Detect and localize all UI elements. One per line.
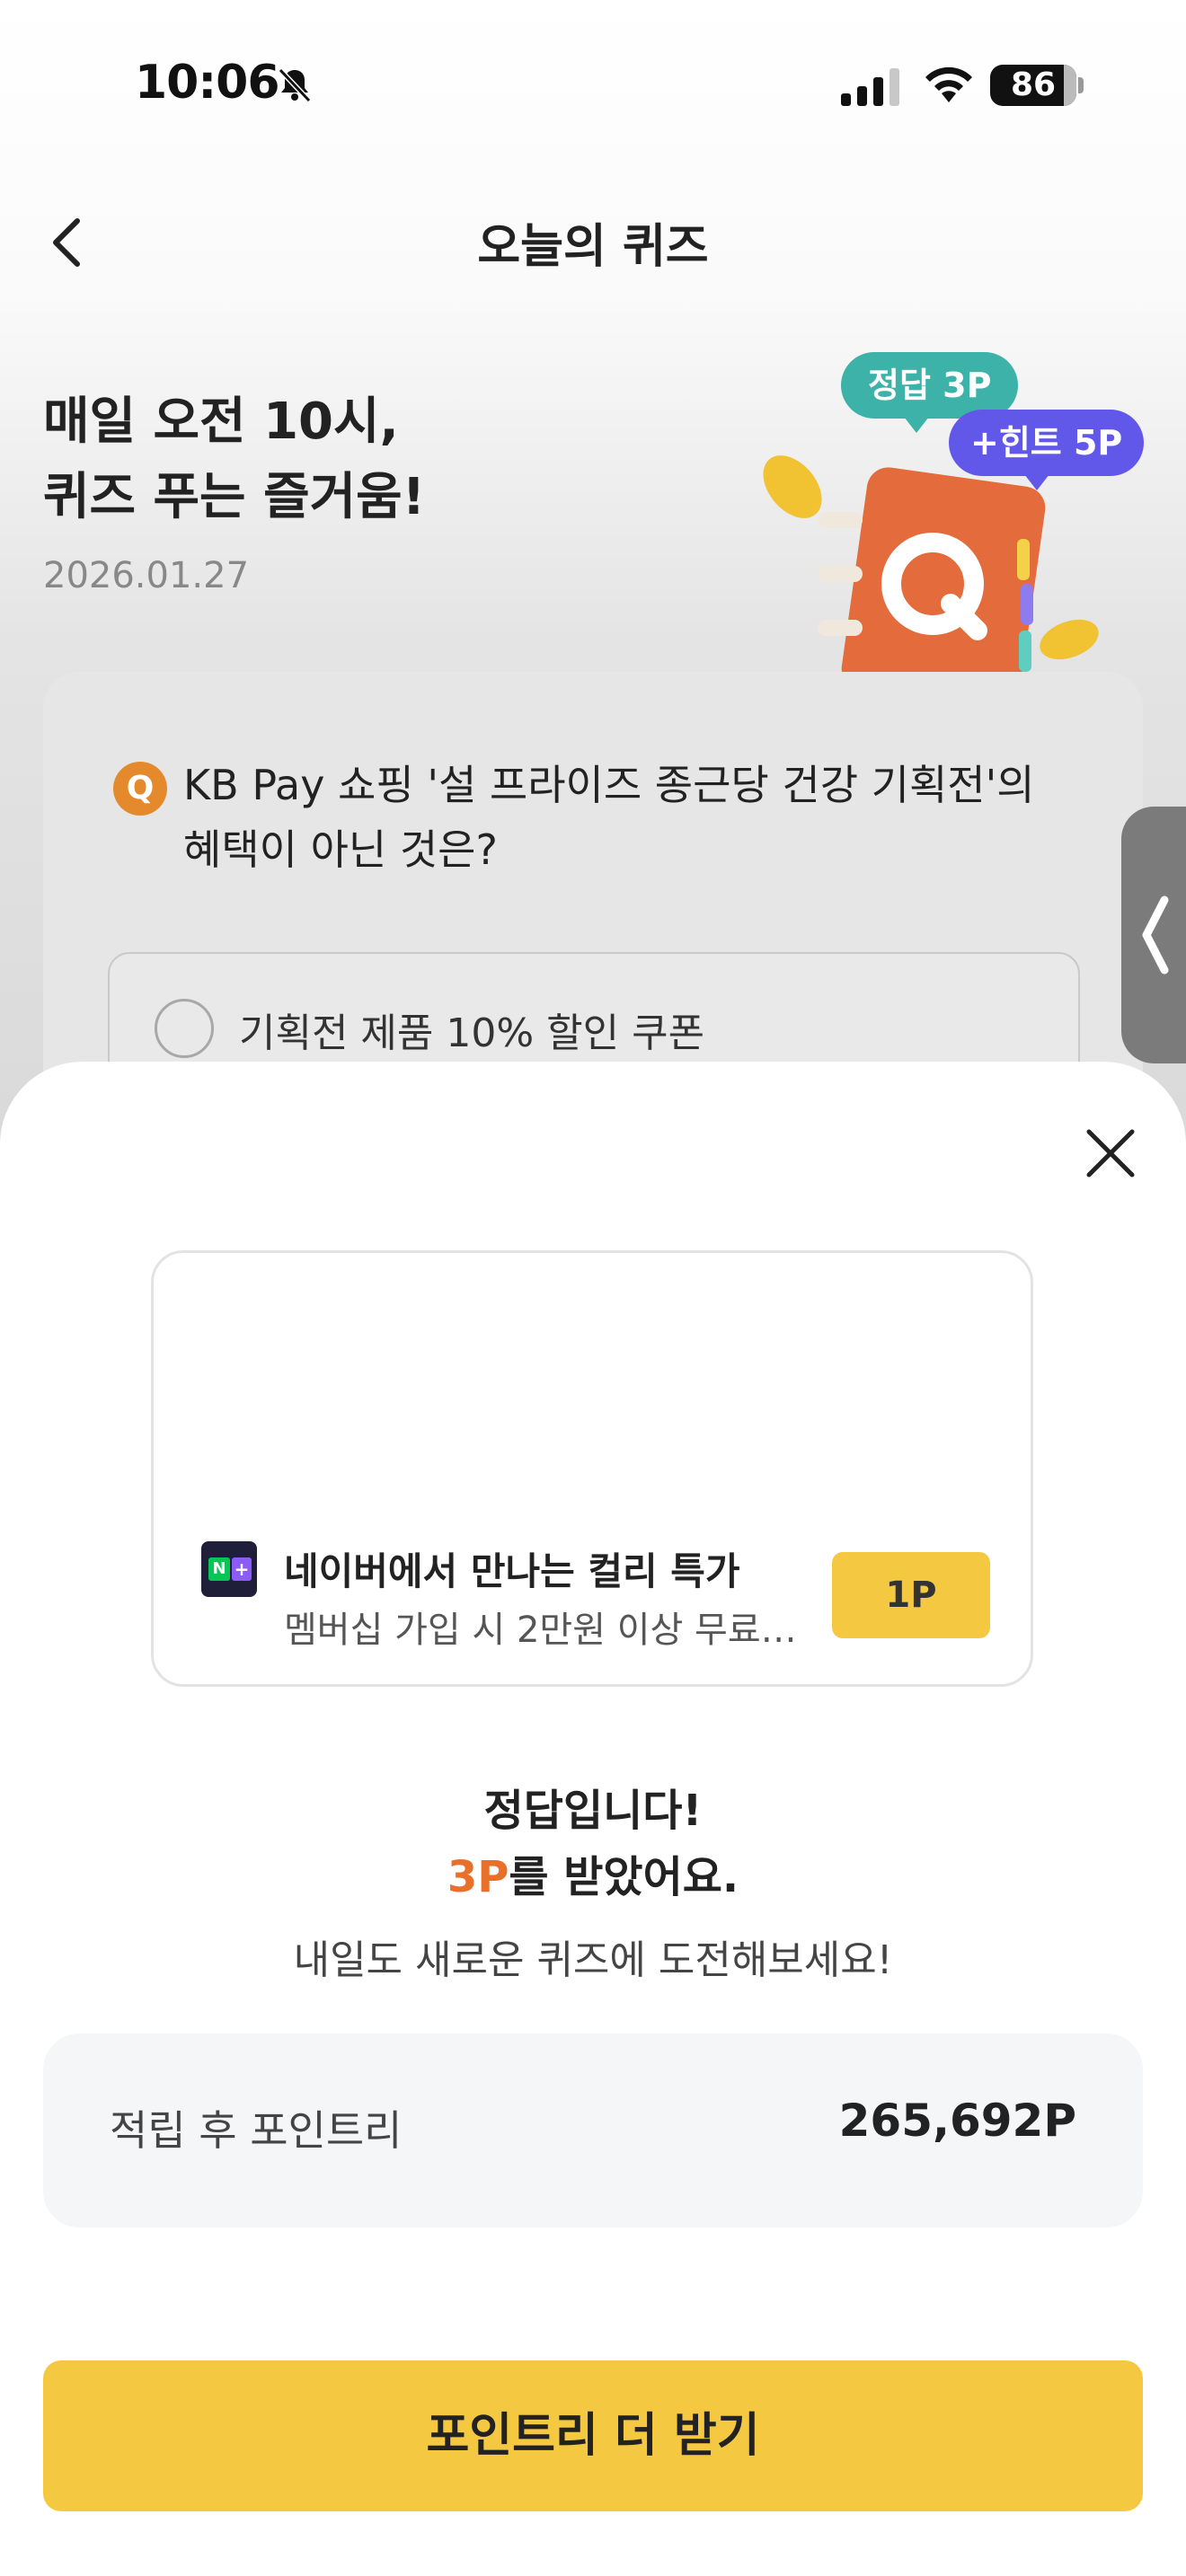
bell-slash-icon [278,67,312,103]
quiz-question: KB Pay 쇼핑 '설 프라이즈 종근당 건강 기획전'의 혜택이 아닌 것은… [183,761,1035,874]
ad-title: 네이버에서 만나는 컬리 특가 [284,1549,740,1593]
battery-level: 86 [1010,66,1057,103]
get-more-points-button[interactable]: 포인트리 더 받기 [43,2360,1143,2511]
close-icon[interactable] [1080,1123,1141,1184]
result-subtitle: 내일도 새로운 퀴즈에 도전해보세요! [293,1937,893,1983]
status-time: 10:06 [135,56,280,110]
quiz-date: 2026.01.27 [43,555,250,596]
hero-title: 매일 오전 10시, 퀴즈 푸는 즐거움! [43,393,426,526]
point-balance-value: 265,692P [838,2095,1076,2147]
logo-n: N [208,1557,230,1581]
ad-subtitle: 멤버십 가입 시 2만원 이상 무료배송 [284,1610,814,1651]
earned-points: 3P [447,1852,509,1902]
logo-plus: + [232,1557,252,1581]
side-panel-handle[interactable] [1121,807,1186,1063]
cellular-signal-icon [841,68,899,106]
naver-plus-logo: N + [201,1541,257,1597]
option-label: 기획전 제품 10% 할인 쿠폰 [239,1010,705,1056]
chevron-left-icon [1142,895,1169,975]
point-balance-label: 적립 후 포인트리 [110,2106,403,2155]
wifi-icon [925,66,972,102]
result-reward: 3P를 받았어요. [0,1841,1186,1904]
battery-indicator: 86 [990,65,1084,106]
answer-points-badge: 정답 3P [841,352,1019,433]
result-title: 정답입니다! [483,1786,703,1836]
hint-points-badge: +힌트 5P [949,410,1145,490]
ad-reward-button[interactable]: 1P [832,1552,990,1638]
option-radio[interactable] [155,999,214,1058]
page-title: 오늘의 퀴즈 [477,220,709,274]
question-badge: Q [113,762,167,816]
result-reward-suffix: 를 받았어요. [509,1852,739,1902]
